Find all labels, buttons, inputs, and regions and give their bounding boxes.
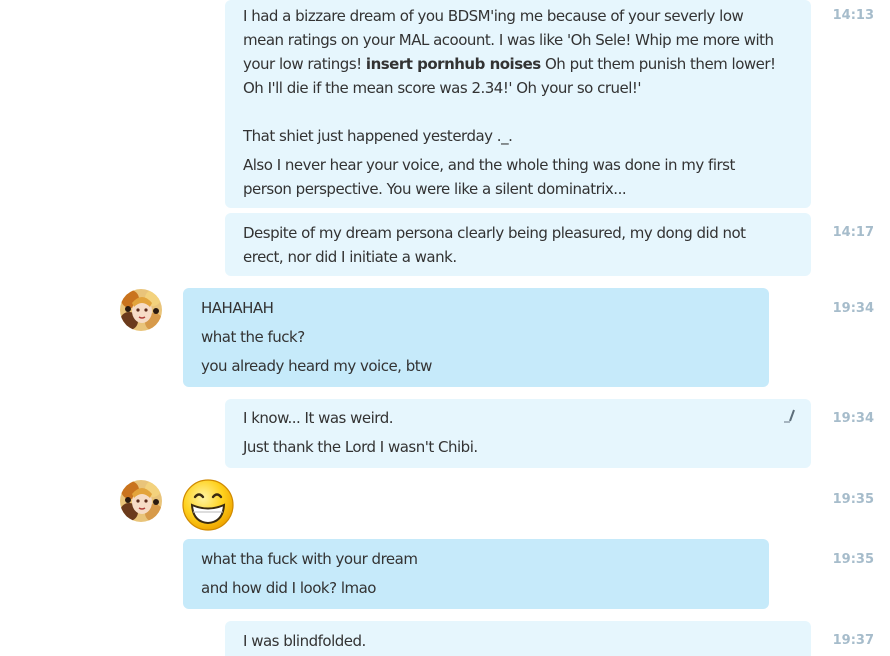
message-line: I had a bizzare dream of you BDSM'ing me…	[243, 7, 744, 25]
message-line: what tha fuck with your dream	[201, 550, 418, 568]
own-message-bubble[interactable]: I know... It was weird. Just thank the L…	[225, 399, 811, 468]
contact-avatar[interactable]	[120, 480, 162, 522]
pencil-edit-icon[interactable]	[781, 408, 797, 424]
own-message-bubble[interactable]: I had a bizzare dream of you BDSM'ing me…	[225, 0, 811, 208]
message-timestamp: 19:34	[832, 301, 874, 316]
message-line: mean ratings on your MAL acoount. I was …	[243, 31, 774, 49]
message-timestamp: 14:17	[832, 225, 874, 240]
avatar-image	[120, 289, 162, 331]
message-timestamp: 14:13	[832, 8, 874, 23]
message-line: Just thank the Lord I wasn't Chibi.	[243, 438, 478, 456]
avatar-image	[120, 480, 162, 522]
contact-avatar[interactable]	[120, 289, 162, 331]
message-timestamp: 19:34	[832, 411, 874, 426]
contact-message-bubble[interactable]: what tha fuck with your dream and how di…	[183, 539, 769, 609]
own-message-bubble[interactable]: I was blindfolded.	[225, 621, 811, 656]
message-line: Oh I'll die if the mean score was 2.34!'…	[243, 79, 642, 97]
message-line: erect, nor did I initiate a wank.	[243, 248, 457, 266]
big-smile-emoticon	[181, 478, 235, 532]
message-line: I was blindfolded.	[243, 632, 366, 650]
message-line: what the fuck?	[201, 328, 305, 346]
contact-message-bubble[interactable]: HAHAHAH what the fuck? you already heard…	[183, 288, 769, 387]
message-line: your low ratings! insert pornhub noises …	[243, 52, 793, 76]
message-line: I know... It was weird.	[243, 409, 394, 427]
message-line: you already heard my voice, btw	[201, 357, 432, 375]
message-line: Also I never hear your voice, and the wh…	[243, 156, 735, 174]
own-message-bubble[interactable]: Despite of my dream persona clearly bein…	[225, 213, 811, 276]
chat-history: I had a bizzare dream of you BDSM'ing me…	[0, 0, 890, 656]
message-text: Oh put them punish them lower!	[540, 55, 776, 73]
message-line: HAHAHAH	[201, 299, 274, 317]
message-line: person perspective. You were like a sile…	[243, 180, 627, 198]
message-timestamp: 19:37	[832, 633, 874, 648]
message-timestamp: 19:35	[832, 492, 874, 507]
message-line: Despite of my dream persona clearly bein…	[243, 224, 746, 242]
message-line: and how did I look? lmao	[201, 579, 376, 597]
message-bold-text: insert pornhub noises	[365, 55, 541, 73]
message-line: That shiet just happened yesterday ._.	[243, 127, 513, 145]
message-timestamp: 19:35	[832, 552, 874, 567]
message-text: your low ratings!	[243, 55, 366, 73]
